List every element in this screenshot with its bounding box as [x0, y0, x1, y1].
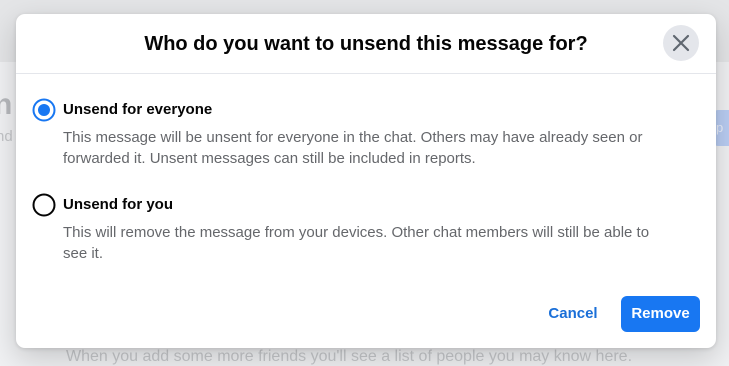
radio-unselected-icon[interactable]: [32, 193, 56, 217]
background-button: p: [714, 110, 729, 146]
close-button[interactable]: [663, 25, 699, 61]
option-label: Unsend for everyone: [63, 101, 213, 118]
dialog-header: Who do you want to unsend this message f…: [16, 14, 716, 74]
radio-selected-icon[interactable]: [32, 98, 56, 122]
unsend-dialog: Who do you want to unsend this message f…: [16, 14, 716, 348]
option-description: This message will be unsent for everyone…: [63, 129, 643, 167]
close-icon: [672, 34, 690, 52]
background-subtext: nd: [0, 128, 13, 145]
option-description: This will remove the message from your d…: [63, 224, 650, 262]
remove-button[interactable]: Remove: [621, 296, 700, 332]
cancel-button[interactable]: Cancel: [538, 296, 608, 332]
background-heading: n: [0, 88, 13, 121]
background-footer-text: When you add some more friends you'll se…: [66, 348, 633, 365]
option-label: Unsend for you: [63, 196, 174, 213]
dialog-title: Who do you want to unsend this message f…: [144, 33, 588, 55]
